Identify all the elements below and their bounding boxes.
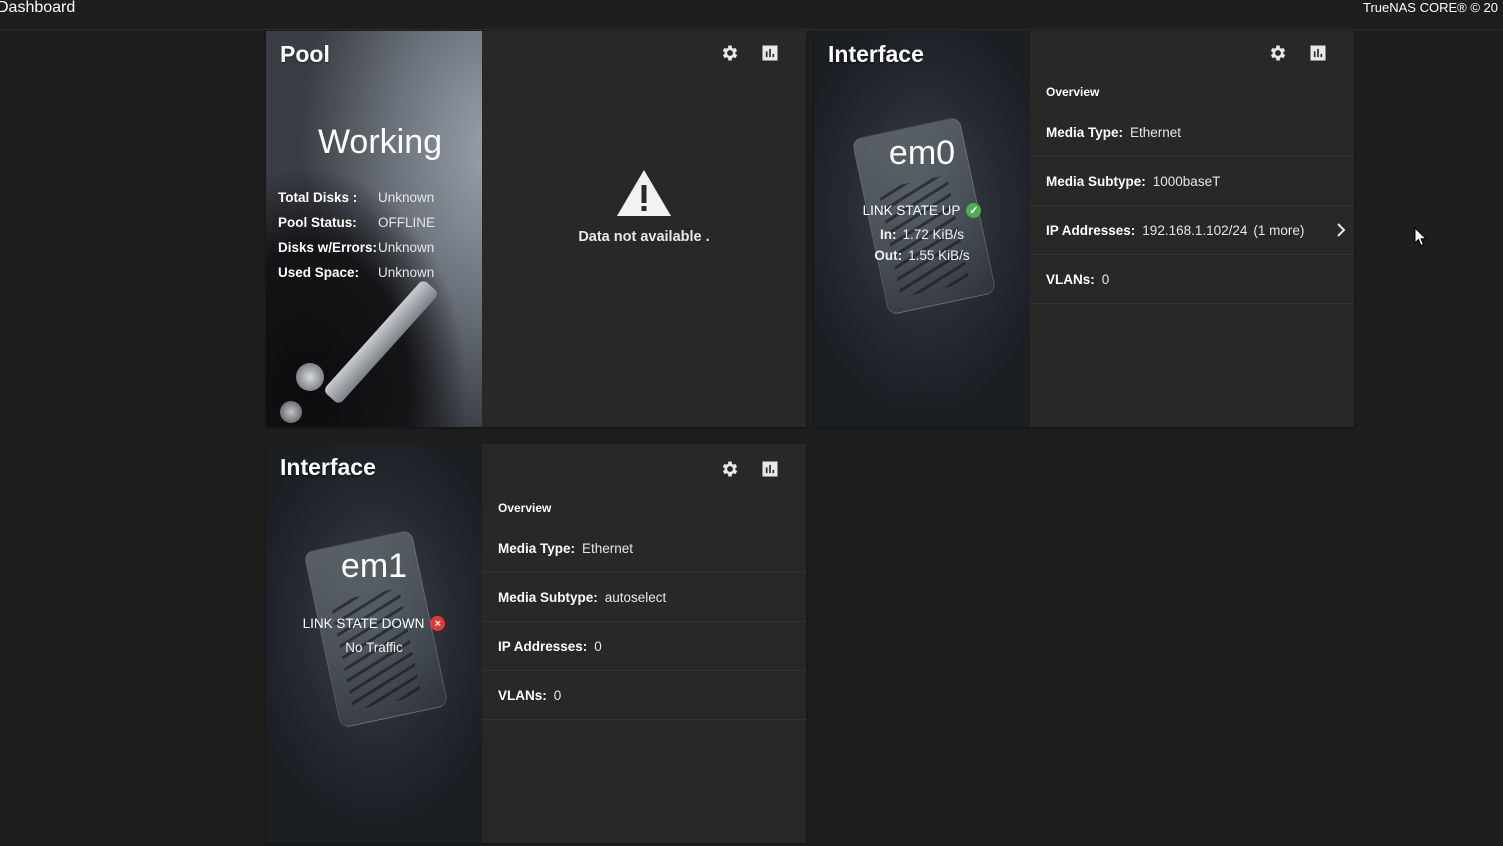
traffic-in-label: In: bbox=[879, 227, 897, 242]
no-data-panel: Data not available . bbox=[482, 168, 806, 245]
bar-chart-icon bbox=[762, 45, 778, 61]
overview-row: VLANs: 0 bbox=[482, 671, 806, 720]
overview-value: 0 bbox=[594, 638, 602, 654]
gear-icon bbox=[722, 45, 738, 61]
gear-icon bbox=[1270, 45, 1286, 61]
interface-widget-title: Interface bbox=[828, 41, 924, 67]
overview-value: autoselect bbox=[604, 589, 667, 605]
interface-widget-em1: Interface em1 LINK STATE DOWN × No Traff… bbox=[266, 444, 806, 843]
interface-reports-button[interactable] bbox=[1306, 41, 1330, 65]
top-bar: Dashboard TrueNAS CORE® © 20 bbox=[0, 0, 1503, 30]
pool-stat-label: Pool Status: bbox=[278, 215, 357, 230]
traffic-in-value: 1.72 KiB/s bbox=[902, 227, 965, 242]
overview-label: Media Subtype: bbox=[498, 589, 598, 605]
overview-value: 0 bbox=[553, 687, 562, 703]
link-state-text: LINK STATE DOWN bbox=[302, 616, 425, 631]
overview-label: Media Subtype: bbox=[1046, 173, 1146, 189]
overview-label: VLANs: bbox=[498, 687, 547, 703]
traffic-out-label: Out: bbox=[874, 248, 903, 263]
bar-chart-icon bbox=[762, 461, 778, 477]
interface-reports-button[interactable] bbox=[758, 457, 782, 481]
interface-image-panel: Interface em0 LINK STATE UP ✓ In: 1.72 Ki… bbox=[814, 31, 1030, 427]
check-circle-icon: ✓ bbox=[966, 203, 982, 218]
traffic-stats: No Traffic bbox=[266, 640, 482, 661]
link-state-text: LINK STATE UP bbox=[862, 203, 961, 218]
pool-stats: Total Disks : Unknown Pool Status: OFFLI… bbox=[278, 185, 435, 285]
warning-icon bbox=[617, 170, 671, 216]
overview-label: Media Type: bbox=[1046, 124, 1124, 140]
overview-label: Media Type: bbox=[498, 540, 576, 556]
pool-status-large: Working bbox=[317, 123, 443, 161]
interface-settings-button[interactable] bbox=[1266, 41, 1290, 65]
pool-stat-label: Total Disks : bbox=[278, 190, 358, 205]
copyright-text: TrueNAS CORE® © 20 bbox=[1363, 0, 1498, 15]
overview-row: Media Subtype: 1000baseT bbox=[1030, 157, 1354, 206]
overview-label: IP Addresses: bbox=[498, 638, 588, 654]
overview-list: Media Type: Ethernet Media Subtype: auto… bbox=[482, 524, 806, 720]
link-state: LINK STATE UP ✓ bbox=[814, 203, 1030, 218]
pool-widget: Pool Working Total Disks : Unknown Pool … bbox=[266, 31, 806, 427]
disk-screw-graphic bbox=[280, 401, 302, 423]
interface-overview: Overview Media Type: Ethernet Media Subt… bbox=[482, 444, 806, 843]
overview-row-ip-addresses[interactable]: IP Addresses: 192.168.1.102/24 (1 more) bbox=[1030, 206, 1354, 255]
pool-widget-image-panel: Pool Working Total Disks : Unknown Pool … bbox=[266, 31, 482, 427]
pool-stat-row: Used Space: Unknown bbox=[278, 260, 435, 285]
overview-label: VLANs: bbox=[1046, 271, 1095, 287]
interface-widget-em0: Interface em0 LINK STATE UP ✓ In: 1.72 Ki… bbox=[814, 31, 1354, 427]
traffic-out-value: 1.55 KiB/s bbox=[908, 248, 970, 263]
overview-list: Media Type: Ethernet Media Subtype: 1000… bbox=[1030, 108, 1354, 304]
bar-chart-icon bbox=[1310, 45, 1326, 61]
more-count: (1 more) bbox=[1253, 222, 1305, 238]
overview-value: Ethernet bbox=[1130, 124, 1182, 140]
link-state: LINK STATE DOWN × bbox=[266, 616, 482, 631]
disk-arm-graphic bbox=[322, 278, 440, 406]
pool-stat-label: Used Space: bbox=[278, 265, 360, 280]
overview-title: Overview bbox=[498, 501, 552, 515]
interface-name: em0 bbox=[888, 134, 956, 172]
overview-value: 192.168.1.102/24 bbox=[1142, 222, 1248, 238]
pool-stat-value: Unknown bbox=[378, 190, 435, 205]
overview-row: IP Addresses: 0 bbox=[482, 622, 806, 671]
pool-stat-row: Total Disks : Unknown bbox=[278, 185, 435, 210]
mouse-cursor-icon bbox=[1414, 227, 1428, 247]
chevron-right-icon[interactable] bbox=[1334, 222, 1348, 238]
pool-reports-button[interactable] bbox=[758, 41, 782, 65]
cancel-circle-icon: × bbox=[430, 616, 446, 631]
pool-stat-value: OFFLINE bbox=[378, 215, 436, 230]
interface-widget-title: Interface bbox=[280, 454, 376, 480]
pool-stat-value: Unknown bbox=[378, 265, 435, 280]
no-data-message: Data not available . bbox=[578, 229, 710, 245]
interface-image-panel: Interface em1 LINK STATE DOWN × No Traff… bbox=[266, 444, 482, 843]
pool-stat-label: Disks w/Errors: bbox=[278, 240, 378, 255]
pool-widget-title: Pool bbox=[280, 41, 330, 67]
pool-widget-content: Data not available . bbox=[482, 31, 806, 427]
overview-value: 1000baseT bbox=[1152, 173, 1221, 189]
traffic-stats: In: 1.72 KiB/s Out: 1.55 KiB/s bbox=[814, 227, 1030, 269]
no-traffic-text: No Traffic bbox=[345, 640, 403, 655]
overview-label: IP Addresses: bbox=[1046, 222, 1136, 238]
gear-icon bbox=[722, 461, 738, 477]
overview-row: VLANs: 0 bbox=[1030, 255, 1354, 304]
disk-hub-graphic bbox=[296, 363, 324, 391]
overview-row: Media Type: Ethernet bbox=[1030, 108, 1354, 157]
interface-name: em1 bbox=[340, 547, 408, 585]
pool-stat-row: Disks w/Errors: Unknown bbox=[278, 235, 435, 260]
interface-overview: Overview Media Type: Ethernet Media Subt… bbox=[1030, 31, 1354, 427]
interface-settings-button[interactable] bbox=[718, 457, 742, 481]
overview-value: 0 bbox=[1101, 271, 1110, 287]
overview-value: Ethernet bbox=[582, 540, 634, 556]
overview-title: Overview bbox=[1046, 85, 1100, 99]
pool-stat-row: Pool Status: OFFLINE bbox=[278, 210, 435, 235]
pool-stat-value: Unknown bbox=[378, 240, 435, 255]
overview-row: Media Type: Ethernet bbox=[482, 524, 806, 573]
pool-settings-button[interactable] bbox=[718, 41, 742, 65]
page-title: Dashboard bbox=[0, 0, 76, 16]
overview-row: Media Subtype: autoselect bbox=[482, 573, 806, 622]
